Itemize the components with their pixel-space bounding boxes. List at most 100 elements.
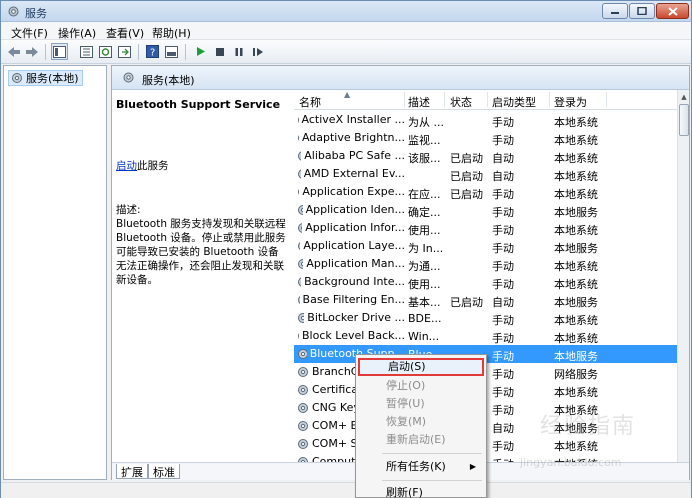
table-row[interactable]: Background Inte... 使用... 手动 本地系统 — [294, 273, 677, 291]
ctx-all-tasks[interactable]: 所有任务(K) ▶ — [358, 458, 484, 476]
tree-item-services-local[interactable]: 服务(本地) — [8, 70, 83, 86]
scrollbar-thumb[interactable] — [679, 104, 689, 136]
ctx-start[interactable]: 启动(S) — [358, 358, 484, 376]
service-name-cell: BitLocker Drive ... — [297, 311, 405, 324]
title-bar[interactable]: 服务 — [1, 1, 691, 22]
properties-list-icon[interactable] — [78, 43, 95, 60]
restart-service-icon[interactable] — [249, 43, 266, 60]
service-desc: 使用... — [408, 224, 441, 237]
service-gear-icon — [298, 241, 301, 250]
service-status: 已启动 — [450, 170, 483, 183]
maximize-button[interactable] — [629, 3, 655, 19]
service-logon-as: 本地系统 — [554, 152, 598, 165]
start-service-link[interactable]: 启动 — [116, 160, 137, 172]
service-name: Adaptive Brightn... — [301, 131, 405, 144]
column-desc[interactable]: 描述 — [408, 94, 430, 110]
column-divider[interactable] — [549, 92, 550, 107]
column-header-row: 名称 ▲ 描述 状态 启动类型 登录为 — [294, 90, 677, 110]
close-button[interactable] — [656, 3, 689, 19]
column-startup-type[interactable]: 启动类型 — [492, 94, 536, 110]
close-icon — [667, 6, 678, 16]
scroll-up-icon[interactable]: ▲ — [679, 92, 689, 102]
table-row[interactable]: Alibaba PC Safe ... 该服... 已启动 自动 本地系统 — [294, 147, 677, 165]
table-row[interactable]: BitLocker Drive ... BDE... 手动 本地系统 — [294, 309, 677, 327]
show-hide-tree-icon[interactable] — [51, 43, 68, 60]
service-startup-type: 手动 — [492, 386, 514, 399]
table-row[interactable]: Application Iden... 确定... 手动 本地服务 — [294, 201, 677, 219]
help-icon[interactable]: ? — [144, 43, 161, 60]
menu-action[interactable]: 操作(A) — [58, 25, 96, 41]
service-desc: 为通... — [408, 260, 441, 273]
column-name[interactable]: 名称 — [299, 94, 321, 110]
column-status[interactable]: 状态 — [450, 94, 472, 110]
service-name: Application Expe... — [302, 185, 405, 198]
stop-service-icon[interactable] — [211, 43, 228, 60]
forward-arrow-icon[interactable] — [23, 43, 40, 60]
menu-view[interactable]: 查看(V) — [106, 25, 144, 41]
table-row[interactable]: ActiveX Installer ... 为从 ... 手动 本地系统 — [294, 111, 677, 129]
ctx-resume[interactable]: 恢复(M) — [358, 413, 484, 431]
ctx-stop[interactable]: 停止(O) — [358, 377, 484, 395]
column-divider[interactable] — [606, 92, 607, 107]
table-row[interactable]: Adaptive Brightn... 监视... 手动 本地系统 — [294, 129, 677, 147]
service-name: Alibaba PC Safe ... — [304, 149, 405, 162]
column-divider[interactable] — [487, 92, 488, 107]
tree-item-label: 服务(本地) — [26, 72, 79, 85]
services-gear-icon — [12, 73, 22, 83]
service-gear-icon — [298, 438, 308, 449]
pause-service-icon[interactable] — [230, 43, 247, 60]
service-logon-as: 本地服务 — [554, 242, 598, 255]
vertical-scrollbar[interactable]: ▲ — [677, 90, 689, 462]
service-startup-type: 手动 — [492, 116, 514, 129]
ctx-refresh[interactable]: 刷新(F) — [358, 484, 484, 498]
export-list-icon[interactable] — [116, 43, 133, 60]
back-arrow-icon[interactable] — [5, 43, 22, 60]
detail-start-line: 启动此服务 — [116, 158, 169, 173]
service-name-cell: Block Level Back... — [297, 329, 405, 342]
column-divider[interactable] — [404, 92, 405, 107]
service-startup-type: 手动 — [492, 242, 514, 255]
service-status: 已启动 — [450, 188, 483, 201]
table-row[interactable]: Application Laye... 为 In... 手动 本地服务 — [294, 237, 677, 255]
service-gear-icon — [298, 204, 303, 215]
service-startup-type: 手动 — [492, 206, 514, 219]
service-name-cell: Application Laye... — [297, 239, 405, 252]
minimize-button[interactable] — [602, 3, 628, 19]
tab-extended[interactable]: 扩展 — [116, 464, 148, 479]
service-status: 已启动 — [450, 152, 483, 165]
service-logon-as: 本地系统 — [554, 116, 598, 129]
column-divider[interactable] — [444, 92, 445, 107]
menu-file[interactable]: 文件(F) — [11, 25, 48, 41]
service-gear-icon — [298, 188, 300, 195]
start-service-icon[interactable] — [192, 43, 209, 60]
table-row[interactable]: AMD External Ev... 已启动 自动 本地系统 — [294, 165, 677, 183]
service-startup-type: 自动 — [492, 422, 514, 435]
service-gear-icon — [298, 117, 299, 122]
column-logon-as[interactable]: 登录为 — [554, 94, 587, 110]
service-gear-icon — [298, 295, 300, 304]
status-bar — [1, 482, 691, 498]
service-startup-type: 自动 — [492, 170, 514, 183]
sort-ascending-icon: ▲ — [344, 90, 351, 99]
service-logon-as: 本地系统 — [554, 386, 598, 399]
service-name-cell: ActiveX Installer ... — [297, 113, 405, 126]
table-row[interactable]: Application Infor... 使用... 手动 本地系统 — [294, 219, 677, 237]
service-logon-as: 本地服务 — [554, 206, 598, 219]
table-row[interactable]: Application Man... 为通... 手动 本地系统 — [294, 255, 677, 273]
menu-help[interactable]: 帮助(H) — [152, 25, 191, 41]
service-startup-type: 手动 — [492, 134, 514, 147]
service-startup-type: 手动 — [492, 404, 514, 417]
service-name-cell: Background Inte... — [297, 275, 405, 288]
service-name: Block Level Back... — [302, 329, 405, 342]
service-name-cell: Application Man... — [297, 257, 405, 270]
tab-standard[interactable]: 标准 — [148, 464, 180, 479]
refresh-icon[interactable] — [97, 43, 114, 60]
service-name: AMD External Ev... — [303, 167, 405, 180]
ctx-restart[interactable]: 重新启动(E) — [358, 431, 484, 449]
ctx-pause[interactable]: 暂停(U) — [358, 395, 484, 413]
table-row[interactable]: Base Filtering En... 基本... 已启动 自动 本地服务 — [294, 291, 677, 309]
table-row[interactable]: Block Level Back... Win... 手动 本地系统 — [294, 327, 677, 345]
table-row[interactable]: Application Expe... 在应... 已启动 手动 本地系统 — [294, 183, 677, 201]
service-name-cell: Base Filtering En... — [297, 293, 405, 306]
console-pane-icon[interactable] — [163, 43, 180, 60]
